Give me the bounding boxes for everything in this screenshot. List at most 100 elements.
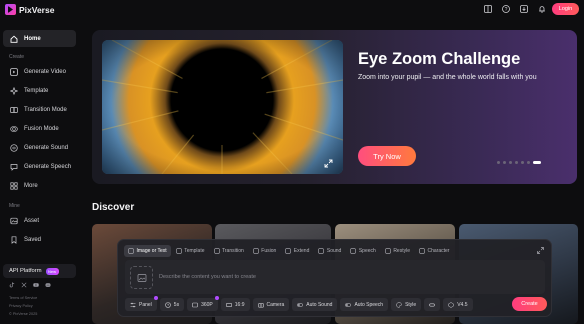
sidebar-item-fusion-mode[interactable]: Fusion Mode <box>3 120 76 137</box>
tab-fusion[interactable]: Fusion <box>249 245 281 257</box>
carousel-dot[interactable] <box>515 161 518 164</box>
tab-character[interactable]: Character <box>415 245 453 257</box>
sidebar-item-generate-sound[interactable]: Generate Sound <box>3 139 76 156</box>
carousel-dot[interactable] <box>503 161 506 164</box>
prompt-area <box>125 260 545 294</box>
pro-dot <box>214 296 219 300</box>
notification-icon[interactable] <box>537 4 547 14</box>
auto-sound-option[interactable]: Auto Sound <box>292 298 338 311</box>
sound-icon <box>9 143 18 152</box>
ratio-label: 16:9 <box>234 301 245 308</box>
sliders-icon <box>130 302 136 307</box>
carousel-dot[interactable] <box>509 161 512 164</box>
layout-icon[interactable] <box>483 4 493 14</box>
carousel-dot[interactable] <box>527 161 530 164</box>
creation-panel: Image or Text Template Transition Fusion Ext… <box>117 239 552 317</box>
restyle-icon <box>385 248 391 254</box>
panel-option[interactable]: Panel <box>125 296 158 311</box>
expand-icon[interactable] <box>323 158 333 168</box>
collapse-icon[interactable] <box>536 246 544 254</box>
style-label: Style <box>405 301 417 308</box>
login-button[interactable]: Login <box>552 3 579 15</box>
sparkle-icon <box>9 86 18 95</box>
sidebar-item-label: Transition Mode <box>24 106 67 113</box>
hero-banner[interactable]: Eye Zoom Challenge Zoom into your pupil … <box>92 30 577 184</box>
transition-icon <box>9 105 18 114</box>
tab-restyle[interactable]: Restyle <box>381 245 414 257</box>
terms-link[interactable]: Terms of Service <box>9 296 37 300</box>
tab-transition[interactable]: Transition <box>210 245 248 257</box>
sidebar-item-home[interactable]: Home <box>3 30 76 47</box>
fusion-icon <box>9 124 18 133</box>
sidebar-item-template[interactable]: Template <box>3 82 76 99</box>
help-icon[interactable]: ? <box>501 4 511 14</box>
try-now-button[interactable]: Try Now <box>358 146 416 166</box>
tab-sound[interactable]: Sound <box>314 245 345 257</box>
tab-extend[interactable]: Extend <box>281 245 313 257</box>
transition-icon <box>213 248 220 254</box>
sidebar-item-more[interactable]: More <box>3 177 76 194</box>
upload-image-button[interactable] <box>130 266 153 289</box>
privacy-link[interactable]: Privacy Policy <box>9 304 33 308</box>
template-icon <box>176 248 182 254</box>
sidebar-item-asset[interactable]: Asset <box>3 212 76 229</box>
logo[interactable]: PixVerse <box>5 4 54 15</box>
camera-label: Camera <box>266 301 285 308</box>
discord-icon[interactable] <box>45 282 51 288</box>
tab-label: Template <box>184 248 205 254</box>
social-links <box>9 282 51 288</box>
camera-option[interactable]: Camera <box>252 298 290 311</box>
tab-speech[interactable]: Speech <box>346 245 379 257</box>
x-icon[interactable] <box>21 282 27 288</box>
model-option[interactable]: V4.5 <box>443 298 473 311</box>
creation-tabs: Image or Text Template Transition Fusion Ext… <box>124 245 453 257</box>
sidebar-item-transition-mode[interactable]: Transition Mode <box>3 101 76 118</box>
palette-icon <box>396 301 402 308</box>
pro-dot <box>153 296 158 300</box>
fusion-icon <box>253 248 259 254</box>
extend-icon <box>285 248 291 254</box>
tab-label: Restyle <box>393 248 410 254</box>
tab-template[interactable]: Template <box>172 245 209 257</box>
sidebar-item-label: Template <box>24 87 49 94</box>
aspect-ratio-icon <box>225 302 232 307</box>
tab-label: Speech <box>358 248 376 254</box>
sound-icon <box>318 248 325 254</box>
banner-image <box>102 40 343 174</box>
duration-option[interactable]: 5s <box>159 298 185 311</box>
character-icon <box>419 248 425 254</box>
prompt-input[interactable] <box>159 272 529 282</box>
auto-speech-option[interactable]: Auto Speech <box>340 298 389 311</box>
carousel-dot[interactable] <box>533 161 541 164</box>
api-platform-button[interactable]: API Platform New <box>3 264 76 278</box>
sidebar-item-saved[interactable]: Saved <box>3 231 76 248</box>
sidebar-item-generate-speech[interactable]: Generate Speech <box>3 158 76 175</box>
youtube-icon[interactable] <box>33 282 39 288</box>
sidebar-item-label: Generate Speech <box>24 163 72 170</box>
carousel-dot[interactable] <box>521 161 524 164</box>
carousel-dot[interactable] <box>497 161 500 164</box>
tab-image-or-text[interactable]: Image or Text <box>124 245 171 257</box>
sidebar-item-generate-video[interactable]: Generate Video <box>3 63 76 80</box>
style-option[interactable]: Style <box>391 298 422 311</box>
home-icon <box>9 34 18 43</box>
logo-text: PixVerse <box>19 4 55 15</box>
download-icon[interactable] <box>519 4 529 14</box>
create-button[interactable]: Create <box>512 297 547 311</box>
speech-icon <box>350 248 357 254</box>
link-option[interactable] <box>424 298 441 311</box>
banner-subtitle: Zoom into your pupil — and the whole wor… <box>358 74 537 81</box>
tiktok-icon[interactable] <box>9 282 15 288</box>
model-icon <box>448 301 454 308</box>
sidebar-item-label: Fusion Mode <box>24 125 59 132</box>
toggle-icon <box>345 302 352 307</box>
image-text-icon <box>128 248 134 254</box>
model-label: V4.5 <box>457 301 468 308</box>
link-icon <box>429 302 436 307</box>
section-label-create: Create <box>9 54 25 60</box>
sidebar-item-label: Generate Sound <box>24 144 69 151</box>
video-icon <box>9 67 18 76</box>
api-platform-label: API Platform <box>9 268 42 274</box>
ratio-option[interactable]: 16:9 <box>220 298 250 311</box>
quality-option[interactable]: 360P <box>187 296 219 311</box>
